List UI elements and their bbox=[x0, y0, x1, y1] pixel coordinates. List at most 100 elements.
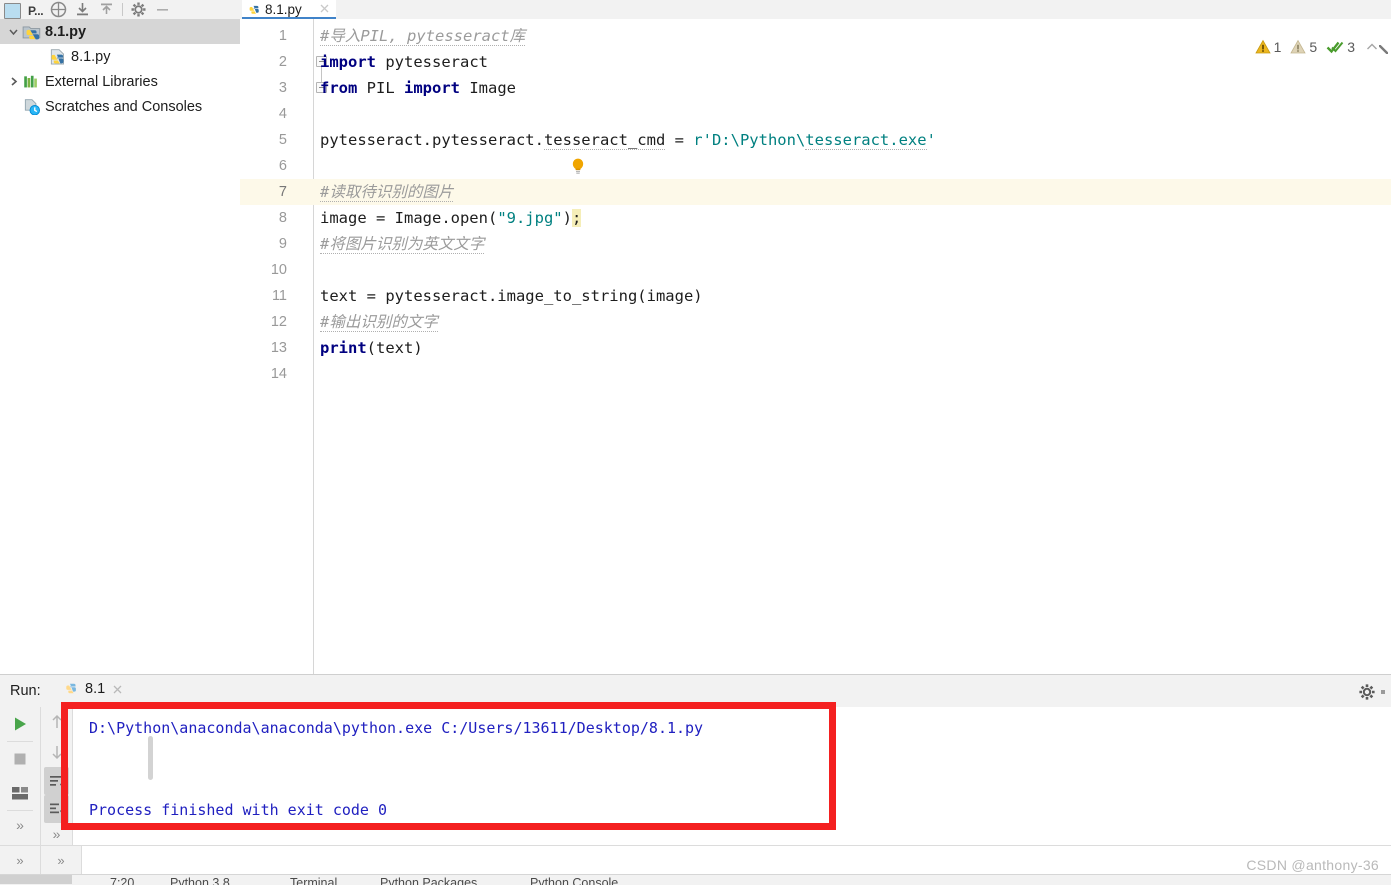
console-line: D:\Python\anaconda\anaconda\python.exe C… bbox=[89, 719, 704, 737]
scrollbar-thumb[interactable] bbox=[148, 736, 153, 780]
editor-line[interactable]: 10 bbox=[240, 257, 1391, 283]
layout-icon bbox=[11, 786, 29, 801]
scroll-to-end-button[interactable] bbox=[44, 795, 69, 823]
stop-button[interactable] bbox=[0, 742, 40, 776]
inspection-widget[interactable]: 1 5 3 bbox=[1254, 39, 1379, 55]
line-content: pytesseract.pytesseract.tesseract_cmd = … bbox=[320, 127, 936, 153]
editor-line[interactable]: 12 #输出识别的文字 bbox=[240, 309, 1391, 335]
line-content: import pytesseract bbox=[320, 49, 488, 75]
line-number: 10 bbox=[270, 262, 287, 278]
code-token: import bbox=[320, 53, 376, 71]
right-expand-button[interactable]: » bbox=[41, 846, 82, 874]
sidebar-item-label: External Libraries bbox=[45, 73, 158, 90]
gear-icon[interactable] bbox=[1358, 683, 1376, 701]
editor-line[interactable]: 11 text = pytesseract.image_to_string(ima… bbox=[240, 283, 1391, 309]
vcs-icon[interactable] bbox=[50, 1, 67, 18]
upload-icon[interactable] bbox=[98, 1, 115, 18]
pycharm-window: P... 8.1.py 8.1.py External Libraries Sc… bbox=[0, 0, 1391, 885]
close-icon[interactable] bbox=[318, 2, 331, 15]
warning-triangle-icon bbox=[1254, 39, 1271, 55]
left-expand-button[interactable]: » bbox=[0, 846, 41, 874]
editor-line[interactable]: 13 print(text) bbox=[240, 335, 1391, 361]
code-token: PIL bbox=[357, 79, 404, 97]
sidebar-item-external-libraries[interactable]: External Libraries bbox=[0, 69, 240, 94]
editor-line[interactable]: 8 image = Image.open("9.jpg"); bbox=[240, 205, 1391, 231]
code-token: "9.jpg" bbox=[497, 209, 563, 227]
arrow-up-icon bbox=[49, 713, 65, 731]
scroll-down-button[interactable] bbox=[41, 737, 72, 767]
layout-button[interactable] bbox=[0, 776, 40, 810]
code-token: image = Image.open( bbox=[320, 209, 498, 227]
editor-tab-bar: 8.1.py bbox=[240, 0, 1391, 20]
watermark: CSDN @anthony-36 bbox=[1246, 857, 1379, 873]
soft-wrap-button[interactable] bbox=[44, 767, 69, 795]
run-button[interactable] bbox=[0, 707, 40, 741]
code-token: (text) bbox=[366, 339, 423, 357]
more-button[interactable]: » bbox=[0, 811, 40, 839]
sidebar-item-label: 8.1.py bbox=[45, 23, 87, 40]
download-icon[interactable] bbox=[74, 1, 91, 18]
console-controls-column[interactable]: » bbox=[41, 707, 73, 845]
ok-count[interactable]: 3 bbox=[1326, 39, 1355, 55]
minimize-icon[interactable] bbox=[154, 1, 171, 18]
scratches-icon bbox=[22, 98, 42, 116]
toolbar-project-label: P... bbox=[28, 3, 44, 18]
toolbar-separator bbox=[122, 3, 124, 16]
ok-count-label: 3 bbox=[1347, 39, 1355, 55]
close-icon[interactable] bbox=[111, 683, 124, 696]
chevron-down-icon[interactable] bbox=[4, 23, 22, 41]
gear-icon[interactable] bbox=[130, 1, 147, 18]
weak-warning-count-label: 5 bbox=[1309, 39, 1318, 55]
editor-line[interactable]: 7 #读取待识别的图片 bbox=[240, 179, 1391, 205]
warning-count[interactable]: 1 bbox=[1254, 39, 1282, 55]
intention-bulb-icon[interactable] bbox=[570, 157, 586, 175]
run-controls-column[interactable]: » bbox=[0, 707, 41, 845]
tab-label: 8.1.py bbox=[265, 2, 302, 17]
editor-line[interactable]: 3 from PIL import Image bbox=[240, 75, 1391, 101]
scrollbar-error-stripe-marker[interactable] bbox=[1379, 45, 1388, 54]
code-token: #导入PIL, pytesseract库 bbox=[320, 27, 526, 46]
line-content: image = Image.open("9.jpg"); bbox=[320, 205, 582, 231]
editor-line[interactable]: 6 bbox=[240, 153, 1391, 179]
python-file-icon bbox=[48, 48, 68, 66]
editor-line[interactable]: 2 import pytesseract bbox=[240, 49, 1391, 75]
line-number: 3 bbox=[278, 80, 287, 96]
console-output[interactable]: D:\Python\anaconda\anaconda\python.exe C… bbox=[73, 707, 1391, 845]
arrow-down-icon bbox=[49, 743, 65, 761]
code-token: pytesseract bbox=[376, 53, 488, 71]
editor-line[interactable]: 9 #将图片识别为英文文字 bbox=[240, 231, 1391, 257]
line-number: 4 bbox=[278, 106, 287, 122]
sidebar-item-file[interactable]: 8.1.py bbox=[0, 44, 240, 69]
weak-warning-count[interactable]: 5 bbox=[1290, 39, 1317, 55]
sidebar-item-project-root[interactable]: 8.1.py bbox=[0, 19, 240, 44]
panel-menu-dot[interactable] bbox=[1381, 690, 1385, 694]
run-tab-label: 8.1 bbox=[85, 681, 106, 697]
editor-line[interactable]: 14 bbox=[240, 361, 1391, 387]
sidebar-item-scratches[interactable]: Scratches and Consoles bbox=[0, 94, 240, 119]
warning-count-label: 1 bbox=[1273, 39, 1282, 55]
line-number: 14 bbox=[270, 366, 287, 382]
scroll-up-button[interactable] bbox=[41, 707, 72, 737]
python-folder-icon bbox=[22, 23, 42, 41]
chevron-up-icon[interactable] bbox=[1365, 40, 1379, 54]
code-editor[interactable]: 1 #导入PIL, pytesseract库 2 import pytesseract… bbox=[240, 19, 1391, 674]
code-token: Image bbox=[460, 79, 516, 97]
code-token: import bbox=[404, 79, 460, 97]
code-token: print bbox=[320, 339, 367, 357]
run-tab[interactable]: 8.1 bbox=[63, 681, 124, 697]
more-button-2[interactable]: » bbox=[41, 823, 72, 845]
run-panel-title: Run: bbox=[10, 683, 41, 699]
project-icon[interactable] bbox=[4, 1, 21, 19]
editor-line[interactable]: 1 #导入PIL, pytesseract库 bbox=[240, 23, 1391, 49]
scroll-end-icon bbox=[48, 801, 66, 817]
chevron-right-icon[interactable] bbox=[4, 73, 22, 91]
project-tool-window[interactable]: 8.1.py 8.1.py External Libraries Scratch… bbox=[0, 19, 241, 674]
editor-line[interactable]: 4 bbox=[240, 101, 1391, 127]
chevrons-right-icon: » bbox=[16, 817, 24, 833]
editor-line[interactable]: 5 pytesseract.pytesseract.tesseract_cmd =… bbox=[240, 127, 1391, 153]
line-number: 7 bbox=[278, 184, 287, 200]
wrap-lines-icon bbox=[48, 773, 66, 789]
line-number: 13 bbox=[270, 340, 287, 356]
line-content: #读取待识别的图片 bbox=[320, 179, 454, 205]
stop-square-icon bbox=[12, 751, 28, 767]
